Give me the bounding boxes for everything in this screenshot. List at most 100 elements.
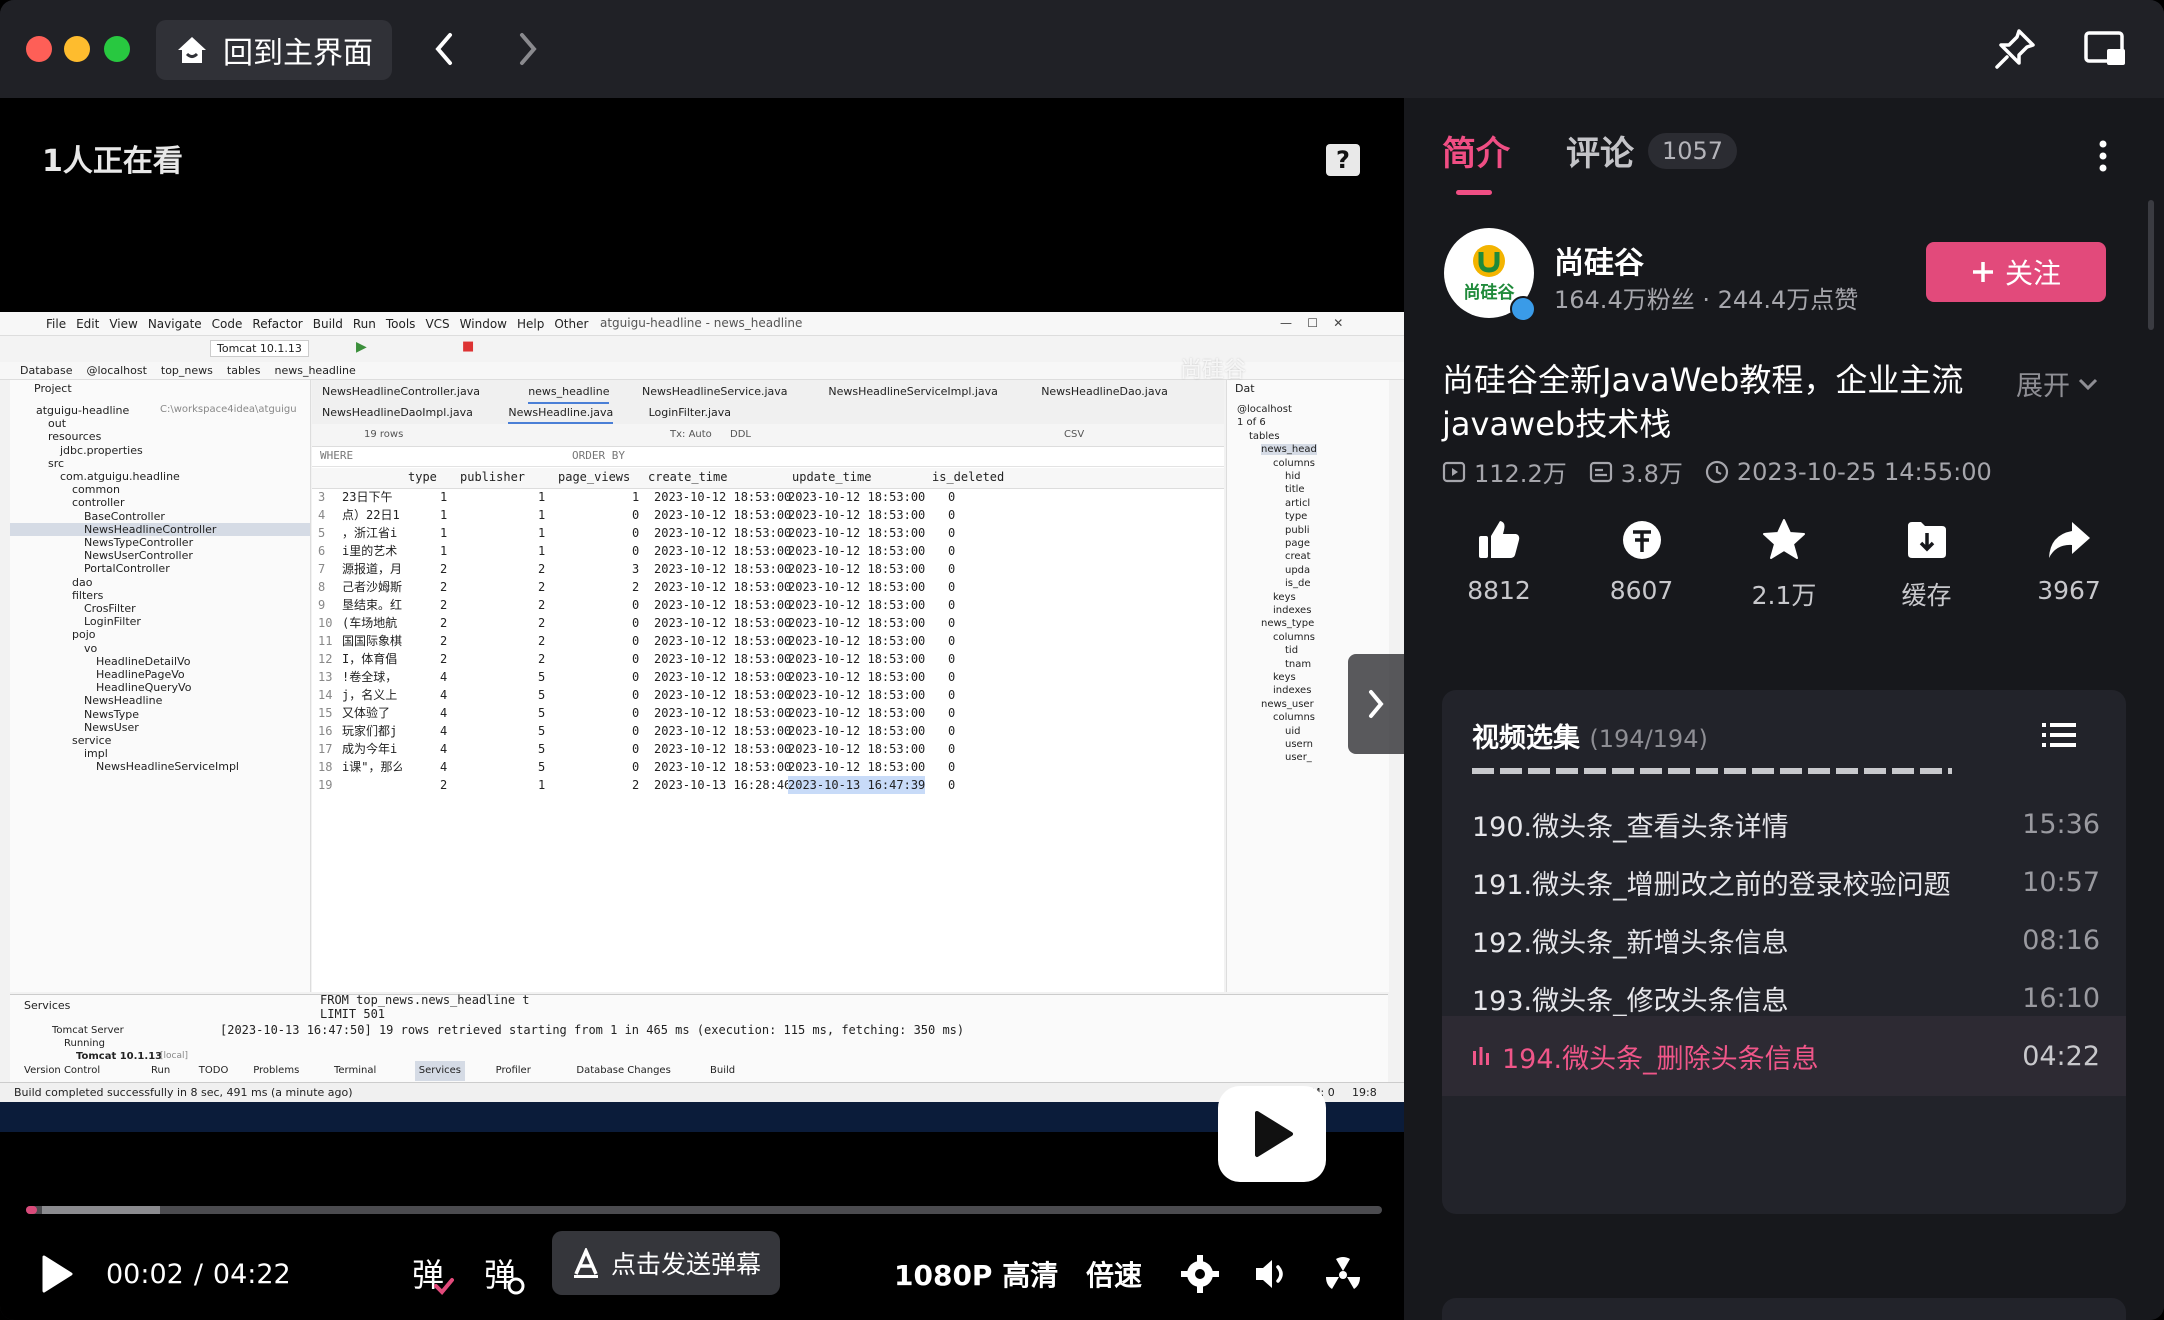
db-tree-node: tnam xyxy=(1285,658,1312,670)
table-row: 17 成为今年i 4 5 0 2023-10-12 18:53:00 2023-10-12 … xyxy=(312,740,1224,758)
episode-item[interactable]: 194.微头条_删除头条信息 04:22 xyxy=(1442,1016,2126,1096)
coin-icon xyxy=(1622,521,1661,559)
db-tree-node: publi xyxy=(1285,524,1310,536)
db-tree-node: usern xyxy=(1285,739,1313,750)
episode-title: 194.微头条_删除头条信息 xyxy=(1472,1037,1819,1076)
project-tree-node: out xyxy=(48,417,67,431)
cell-page-views: 0 xyxy=(632,616,640,630)
cell-is-deleted: 0 xyxy=(948,544,956,558)
speed-button[interactable]: 倍速 xyxy=(1086,1246,1142,1302)
favorite-button[interactable]: 2.1万 xyxy=(1729,518,1839,612)
text-a-icon xyxy=(573,1248,598,1278)
project-tree-node: CrosFilter xyxy=(84,602,136,615)
table-row: 12 I，体育倡 2 2 0 2023-10-12 18:53:00 2023-10-12 … xyxy=(312,650,1224,668)
share-icon xyxy=(2049,522,2090,558)
db-tree-node: columns xyxy=(1273,712,1316,724)
settings-button[interactable] xyxy=(1180,1246,1220,1302)
list-view-icon[interactable] xyxy=(2042,720,2078,750)
download-icon xyxy=(1907,522,1946,558)
grid-column-header: create_time xyxy=(648,470,728,484)
cell-publisher: 1 xyxy=(538,544,546,558)
cell-is-deleted: 0 xyxy=(948,742,956,756)
cell-update-time: 2023-10-12 18:53:00 xyxy=(788,508,926,522)
video-frame[interactable]: File Edit View Navigate Code Refactor Build Run… xyxy=(0,312,1404,1102)
cell-update-time: 2023-10-12 18:53:00 xyxy=(788,634,926,648)
download-button[interactable]: 缓存 xyxy=(1872,518,1982,612)
cell-type: 1 xyxy=(440,490,448,504)
breadcrumb-item: top_news xyxy=(160,364,213,377)
quality-button[interactable]: 1080P 高清 xyxy=(894,1246,1058,1302)
time-display: 00:02 / 04:22 xyxy=(106,1246,291,1302)
panel-scrollbar[interactable] xyxy=(2148,200,2154,330)
picture-in-picture-icon xyxy=(2084,31,2125,65)
db-tree-node: indexes xyxy=(1273,685,1312,697)
db-tree-node: news_head xyxy=(1261,444,1317,456)
episode-duration: 04:22 xyxy=(2022,1040,2100,1072)
logo-u-icon xyxy=(1473,244,1505,277)
ide-menu-item: Help xyxy=(516,316,545,331)
danmaku-settings-button[interactable]: 弹 xyxy=(482,1246,526,1302)
progress-bar[interactable] xyxy=(26,1206,1382,1214)
cell-type: 2 xyxy=(440,652,448,666)
ide-window-title: atguigu-headline - news_headline xyxy=(600,316,803,330)
maximize-window-button[interactable] xyxy=(104,36,130,62)
play-button[interactable] xyxy=(40,1246,74,1302)
publish-date: 2023-10-25 14:55:00 xyxy=(1705,458,1992,486)
follow-label: 关注 xyxy=(2004,257,2061,290)
uploader-stats: 164.4万粉丝 · 244.4万点赞 xyxy=(1554,286,1859,314)
row-number: 15 xyxy=(318,706,333,720)
danmaku-toggle-button[interactable]: 弹 xyxy=(410,1246,454,1302)
db-tree-node: type xyxy=(1285,511,1308,523)
cell-publisher: 1 xyxy=(538,490,546,504)
playlist-panel: 视频选集 (194/194) 190.微头条_查看头条详情 15:36 191.微头… xyxy=(1442,690,2126,1214)
like-button[interactable]: 8812 xyxy=(1444,518,1554,612)
expand-button[interactable]: 展开 xyxy=(2016,364,2098,403)
next-chapter-button[interactable] xyxy=(1348,654,1404,754)
share-button[interactable]: 3967 xyxy=(2014,518,2124,612)
video-player[interactable]: 1人正在看 ? File Edit View Navigate Code Refactor… xyxy=(0,98,1404,1320)
danmaku-input[interactable]: 点击发送弹幕 xyxy=(552,1231,780,1295)
cell-type: 4 xyxy=(440,670,448,684)
big-play-button[interactable] xyxy=(1218,1086,1326,1182)
cell-update-time: 2023-10-12 18:53:00 xyxy=(788,688,926,702)
fullscreen-effects-button[interactable] xyxy=(1322,1246,1364,1302)
project-tree-node: NewsUserController xyxy=(84,549,193,563)
episode-title-text: 190.微头条_查看头条详情 xyxy=(1472,811,1789,843)
pin-button[interactable] xyxy=(1990,24,2040,74)
cell-create-time: 2023-10-12 18:53:00 xyxy=(654,634,792,648)
clock-icon xyxy=(1705,460,1728,483)
uploader-name[interactable]: 尚硅谷 xyxy=(1554,238,1644,282)
cell-page-views: 0 xyxy=(632,724,640,738)
cell-is-deleted: 0 xyxy=(948,634,956,648)
project-tree-node: HeadlineDetailVo xyxy=(96,654,191,668)
chevron-right-icon xyxy=(1369,690,1384,718)
cell-page-views: 1 xyxy=(632,490,640,504)
editor-tab: LoginFilter.java xyxy=(648,406,732,419)
data-grid: 19 rows Tx: Auto DDL CSV WHERE ORDER BY … xyxy=(312,424,1224,992)
tab-comments[interactable]: 评论 xyxy=(1566,126,1634,175)
help-icon[interactable]: ? xyxy=(1326,144,1360,176)
watermark: 尚硅谷 xyxy=(1180,358,1247,383)
close-window-button[interactable] xyxy=(26,36,52,62)
tab-intro[interactable]: 简介 xyxy=(1442,126,1510,175)
follow-button[interactable]: 关注 xyxy=(1926,242,2106,302)
home-button[interactable]: 回到主界面 xyxy=(156,20,392,80)
cell-create-time: 2023-10-12 18:53:00 xyxy=(654,688,792,702)
volume-button[interactable] xyxy=(1252,1246,1292,1302)
more-vertical-icon[interactable] xyxy=(2088,136,2118,176)
db-tree-node: user_ xyxy=(1285,752,1312,764)
minimize-window-button[interactable] xyxy=(64,36,90,62)
ide-statusbar: Build completed successfully in 8 sec, 4… xyxy=(0,1082,1404,1102)
table-row: 7 源报道，月 2 2 3 2023-10-12 18:53:00 2023-10-12 1… xyxy=(312,560,1224,578)
forward-button[interactable] xyxy=(508,26,548,72)
tab-underline xyxy=(1456,190,1492,195)
bottom-tool-tab: Problems xyxy=(253,1065,300,1076)
row-number: 9 xyxy=(318,598,326,612)
mini-window-button[interactable] xyxy=(2080,24,2130,74)
cell-update-time: 2023-10-12 18:53:00 xyxy=(788,760,926,774)
coin-button[interactable]: 8607 xyxy=(1587,518,1697,612)
breadcrumb-item: @localhost xyxy=(86,364,147,377)
order-by-filter: ORDER BY xyxy=(572,449,625,462)
back-button[interactable] xyxy=(424,26,464,72)
table-row: 10 (车场地航 2 2 0 2023-10-12 18:53:00 2023-10-12 … xyxy=(312,614,1224,632)
